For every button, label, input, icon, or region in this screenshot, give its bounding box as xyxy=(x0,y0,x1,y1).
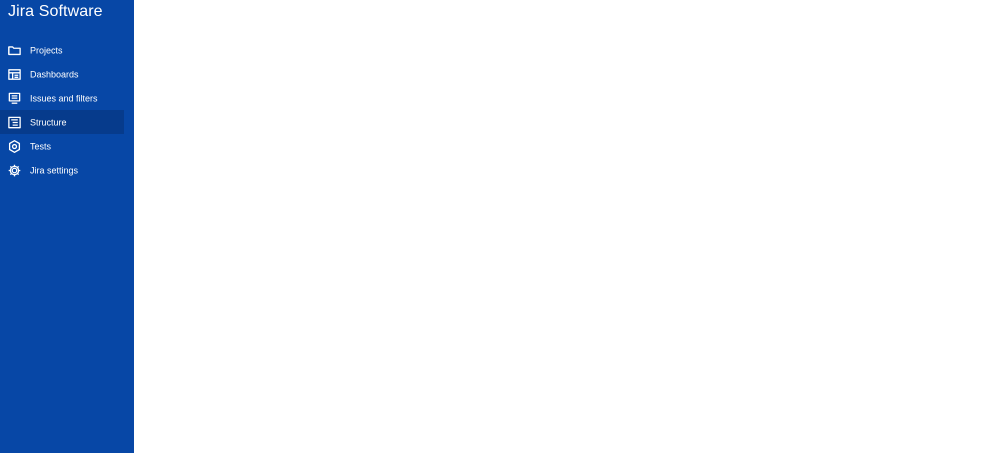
structure-icon xyxy=(6,114,22,130)
sidebar-item-jira-settings[interactable]: Jira settings xyxy=(0,158,124,182)
tests-icon xyxy=(6,138,22,154)
folder-icon xyxy=(6,42,22,58)
sidebar-item-label: Structure xyxy=(30,117,67,128)
sidebar-item-label: Projects xyxy=(30,45,63,56)
gear-icon xyxy=(6,162,22,178)
issues-filter-icon xyxy=(6,90,22,106)
sidebar-item-projects[interactable]: Projects xyxy=(0,38,124,62)
sidebar-item-structure[interactable]: Structure xyxy=(0,110,124,134)
sidebar-nav: Projects Dashboards Issues and filters S… xyxy=(0,38,134,182)
sidebar: Jira Software Projects Dashboards Issues… xyxy=(0,0,134,453)
sidebar-item-label: Issues and filters xyxy=(30,93,98,104)
sidebar-item-tests[interactable]: Tests xyxy=(0,134,124,158)
sidebar-item-label: Jira settings xyxy=(30,165,79,176)
sidebar-item-label: Dashboards xyxy=(30,69,79,80)
app-shell: Jira Software Projects Dashboards Issues… xyxy=(0,0,999,453)
product-title[interactable]: Jira Software xyxy=(8,1,103,23)
dashboard-icon xyxy=(6,66,22,82)
sidebar-item-dashboards[interactable]: Dashboards xyxy=(0,62,124,86)
sidebar-item-issues-and-filters[interactable]: Issues and filters xyxy=(0,86,124,110)
main-content xyxy=(134,0,999,453)
sidebar-item-label: Tests xyxy=(30,141,52,152)
